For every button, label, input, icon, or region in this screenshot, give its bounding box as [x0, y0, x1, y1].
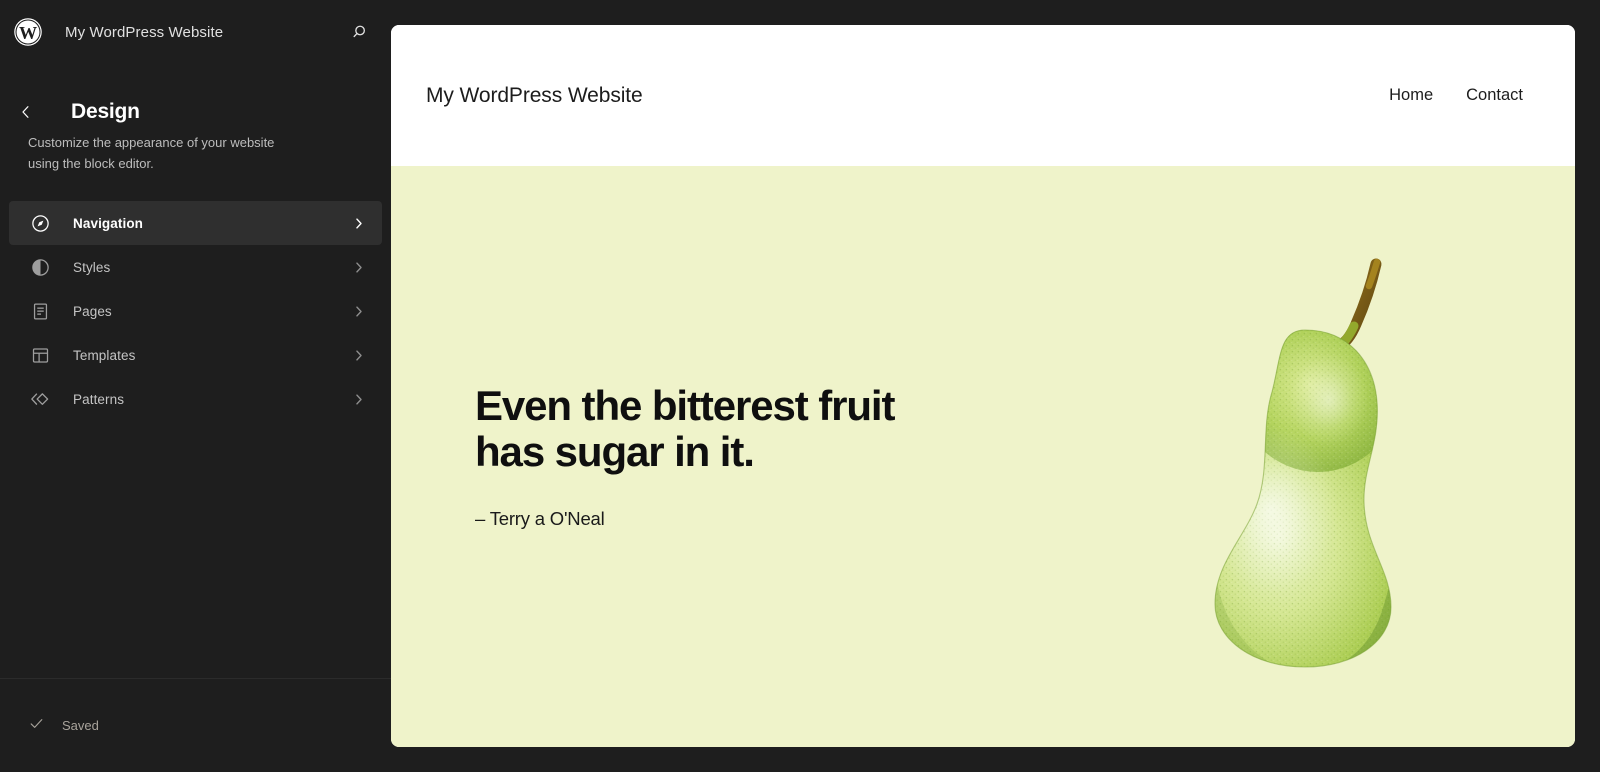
nav-link-home[interactable]: Home	[1389, 86, 1433, 105]
sidebar-item-label: Pages	[73, 303, 112, 319]
check-icon	[28, 715, 45, 737]
sidebar-item-label: Styles	[73, 259, 111, 275]
patterns-diamond-icon	[28, 387, 52, 411]
save-status-label: Saved	[62, 718, 99, 733]
sidebar-item-pages[interactable]: Pages	[9, 289, 382, 333]
preview-site-nav: Home Contact	[1389, 86, 1523, 105]
sidebar-title-row: Design	[0, 64, 391, 123]
pear-illustration	[1093, 166, 1513, 747]
sidebar-item-navigation[interactable]: Navigation	[9, 201, 382, 245]
hero-citation: – Terry a O'Neal	[475, 507, 605, 529]
page-document-icon	[28, 299, 52, 323]
site-editor-app: W My WordPress Website Design Customize …	[0, 0, 1600, 772]
chevron-right-icon	[351, 392, 366, 407]
save-status-button[interactable]: Saved	[28, 715, 99, 737]
sidebar-site-name: My WordPress Website	[65, 23, 224, 41]
hero-heading: Even the bitterest fruit has sugar in it…	[475, 382, 895, 475]
chevron-right-icon	[351, 260, 366, 275]
editor-sidebar: W My WordPress Website Design Customize …	[0, 0, 391, 772]
sidebar-item-label: Navigation	[73, 215, 144, 231]
sidebar-item-templates[interactable]: Templates	[9, 333, 382, 377]
contrast-circle-icon	[28, 255, 52, 279]
sidebar-description: Customize the appearance of your website…	[28, 135, 275, 171]
sidebar-header: W My WordPress Website	[0, 0, 391, 64]
hero-section[interactable]: Even the bitterest fruit has sugar in it…	[391, 166, 1575, 747]
sidebar-item-patterns[interactable]: Patterns	[9, 377, 382, 421]
nav-link-contact[interactable]: Contact	[1466, 86, 1523, 105]
chevron-right-icon	[351, 348, 366, 363]
preview-site-title: My WordPress Website	[426, 83, 643, 107]
sidebar-item-label: Patterns	[73, 391, 125, 407]
layout-template-icon	[28, 343, 52, 367]
sidebar-footer: Saved	[0, 678, 391, 772]
site-preview-canvas[interactable]: My WordPress Website Home Contact Even t…	[391, 25, 1575, 747]
wordpress-logo-icon[interactable]: W	[12, 16, 44, 48]
editor-canvas-area: My WordPress Website Home Contact Even t…	[391, 0, 1600, 772]
sidebar-item-label: Templates	[73, 347, 136, 363]
sidebar-item-styles[interactable]: Styles	[9, 245, 382, 289]
compass-icon	[28, 211, 52, 235]
hero-text-block: Even the bitterest fruit has sugar in it…	[391, 382, 895, 530]
sidebar-menu: Navigation Styles Pages Templates Patter…	[0, 201, 391, 421]
chevron-right-icon	[351, 216, 366, 231]
search-icon[interactable]	[343, 16, 375, 48]
preview-site-header: My WordPress Website Home Contact	[391, 25, 1575, 166]
chevron-right-icon	[351, 304, 366, 319]
svg-text:W: W	[19, 23, 37, 43]
